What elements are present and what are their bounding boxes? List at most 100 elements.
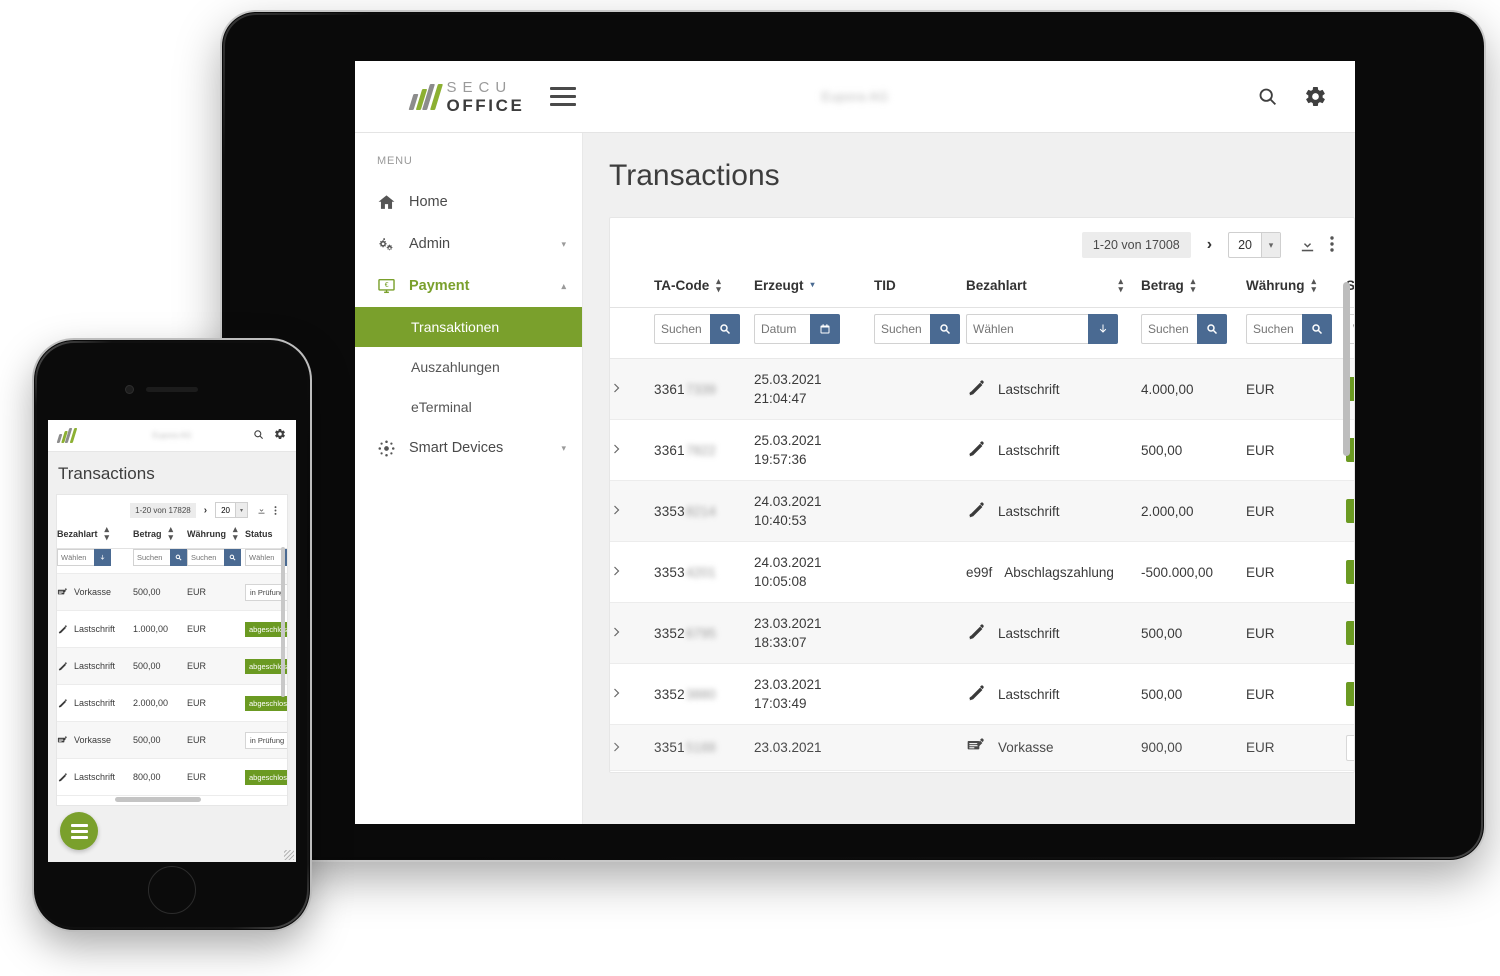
download-icon[interactable] (1299, 237, 1316, 254)
arrow-down-icon[interactable] (1088, 314, 1118, 345)
sidebar-subitem-eterminal[interactable]: eTerminal (355, 387, 582, 427)
chevron-right-icon[interactable] (610, 503, 622, 519)
search-icon[interactable] (1197, 314, 1227, 345)
ta-code-search-input[interactable] (654, 314, 710, 345)
phone-menu-fab-button[interactable] (60, 812, 98, 850)
chevron-right-icon[interactable] (610, 442, 622, 458)
table-row[interactable]: 3352 6795 23.03.2021 18:33:07 Lastschrift 500… (610, 602, 1354, 664)
sidebar-item-home[interactable]: Home (355, 181, 582, 223)
next-page-button[interactable]: › (1199, 234, 1220, 256)
phone-page-size-select[interactable]: 20 ▾ (215, 502, 248, 518)
search-icon[interactable] (710, 314, 740, 345)
phone-betrag-search-input[interactable] (133, 549, 170, 567)
betrag-search-input[interactable] (1141, 314, 1197, 345)
col-bezahlart[interactable]: Bezahlart ▴ ▾ (966, 268, 1141, 308)
sidebar-item-payment[interactable]: € Payment ▴ (355, 265, 582, 307)
table-row[interactable]: 3351518823.03.2021Vorkasse900,00EURin Pr… (610, 724, 1354, 771)
phone-table-row[interactable]: Vorkasse 500,00 EUR in Prüfung (57, 721, 287, 759)
filter-bezahlart[interactable] (966, 314, 1118, 345)
phone-col-betrag[interactable]: Betrag ▴ ▾ (133, 522, 187, 549)
col-ta-code[interactable]: TA-Code ▴ ▾ (654, 268, 754, 308)
table-row[interactable]: 3361 7339 25.03.2021 21:04:47 Lastschrift 4.0… (610, 358, 1354, 420)
phone-next-page-button[interactable]: › (201, 505, 210, 516)
sidebar-subitem-auszahlungen[interactable]: Auszahlungen (355, 347, 582, 387)
filter-waehrung[interactable] (1246, 314, 1332, 345)
gear-icon[interactable] (1304, 85, 1327, 108)
table-row[interactable]: 3353 4201 24.03.2021 10:05:08 e99f Abschlagsz… (610, 542, 1354, 603)
search-icon[interactable] (1257, 86, 1278, 107)
header-actions (1257, 85, 1327, 108)
search-icon[interactable] (930, 314, 960, 345)
table-row[interactable]: 3361 7822 25.03.2021 19:57:36 Lastschrift 500… (610, 420, 1354, 481)
chevron-right-icon[interactable] (610, 686, 622, 702)
chevron-right-icon[interactable] (610, 625, 622, 641)
more-vertical-icon[interactable] (1324, 235, 1340, 255)
phone-bezahlart-label: Vorkasse (74, 587, 112, 598)
phone-row-betrag-cell: 800,00 (133, 772, 161, 783)
col-betrag[interactable]: Betrag ▴ ▾ (1141, 268, 1246, 308)
calendar-icon[interactable] (810, 314, 840, 345)
filter-tid-cell (874, 307, 966, 360)
more-vertical-icon[interactable] (271, 505, 280, 515)
phone-table-row[interactable]: Vorkasse 500,00 EUR in Prüfung (57, 573, 287, 611)
table-vertical-scrollbar[interactable] (1343, 282, 1350, 456)
waehrung-search-input[interactable] (1246, 314, 1302, 345)
filter-betrag[interactable] (1141, 314, 1227, 345)
phone-waehrung-search-input[interactable] (187, 549, 224, 567)
date-filter-input[interactable] (754, 314, 810, 345)
chevron-right-icon[interactable] (610, 381, 622, 397)
search-icon[interactable] (1302, 314, 1332, 345)
row-expand-cell (610, 664, 654, 725)
phone-table-row[interactable]: Lastschrift 2.000,00 EUR abgeschlossen (57, 685, 287, 722)
phone-table-vertical-scrollbar[interactable] (281, 547, 285, 697)
phone-col-bezahlart[interactable]: Bezahlart ▴ ▾ (57, 522, 133, 549)
sidebar-subitem-transaktionen[interactable]: Transaktionen (355, 307, 582, 347)
gears-icon (377, 235, 396, 254)
bezahlart-select-input[interactable] (966, 314, 1088, 345)
filter-tid[interactable] (874, 314, 960, 345)
phone-col-waehrung[interactable]: Währung ▴ ▾ (187, 522, 245, 549)
phone-table-row[interactable]: Lastschrift1.000,00EURabgeschlossen (57, 611, 287, 648)
status-badge: abgeschlossen (1346, 682, 1354, 707)
table-row[interactable]: 3352 3880 23.03.2021 17:03:49 Lastschrift 500… (610, 664, 1354, 725)
ta-code-value: 3351 (654, 740, 685, 756)
chevron-right-icon[interactable] (610, 564, 622, 580)
phone-table-horizontal-scrollbar[interactable] (115, 797, 201, 802)
row-expand-cell (610, 359, 654, 420)
download-icon[interactable] (257, 506, 266, 515)
col-erzeugt[interactable]: Erzeugt ▾ (754, 268, 874, 308)
tid-search-input[interactable] (874, 314, 930, 345)
home-button[interactable] (148, 866, 196, 914)
page-size-select[interactable]: 20 ▾ (1228, 232, 1281, 258)
ta-code-value: 3353 (654, 503, 685, 519)
phone-row-betrag-cell: 500,00 (133, 587, 161, 598)
filter-erzeugt[interactable] (754, 314, 840, 345)
col-waehrung[interactable]: Währung ▴ ▾ (1246, 268, 1346, 308)
arrow-down-icon[interactable] (94, 549, 111, 567)
phone-bezahlart-select-input[interactable] (57, 549, 94, 567)
table-row[interactable]: 3353 8214 24.03.2021 10:40:53 Lastschrift 2.0… (610, 480, 1354, 542)
sidebar-item-admin[interactable]: Admin ▾ (355, 223, 582, 265)
search-icon[interactable] (224, 549, 241, 567)
col-tid[interactable]: TID (874, 268, 966, 308)
phone-row-bezahlart-cell: Lastschrift (57, 759, 133, 796)
phone-col-status[interactable]: Status (245, 522, 287, 549)
phone-table-row[interactable]: Lastschrift500,00EURabgeschlossen (57, 647, 287, 685)
filter-ta-code[interactable] (654, 314, 740, 345)
row-bezahlart-cell: Vorkasse (966, 725, 1141, 771)
sidebar-item-smart-devices[interactable]: Smart Devices ▾ (355, 427, 582, 469)
chevron-right-icon[interactable] (610, 740, 622, 756)
table-filter-row (610, 307, 1354, 360)
phone-status-select-input[interactable] (245, 549, 282, 567)
hamburger-icon[interactable] (550, 87, 577, 106)
sort-icon: ▴ ▾ (233, 524, 238, 542)
phone-filter-bezahlart[interactable] (57, 549, 111, 567)
phone-filter-waehrung[interactable] (187, 549, 241, 567)
logo-office-text: OFFICE (446, 95, 525, 115)
search-icon[interactable] (170, 549, 187, 567)
phone-row-waehrung-cell: EUR (187, 735, 207, 746)
phone-table-row[interactable]: Lastschrift 800,00 EUR abgeschlossen (57, 759, 287, 796)
phone-filter-betrag[interactable] (133, 549, 187, 567)
bezahlart-prefix: e99f (966, 564, 993, 580)
ta-code-masked: 3880 (685, 686, 716, 702)
